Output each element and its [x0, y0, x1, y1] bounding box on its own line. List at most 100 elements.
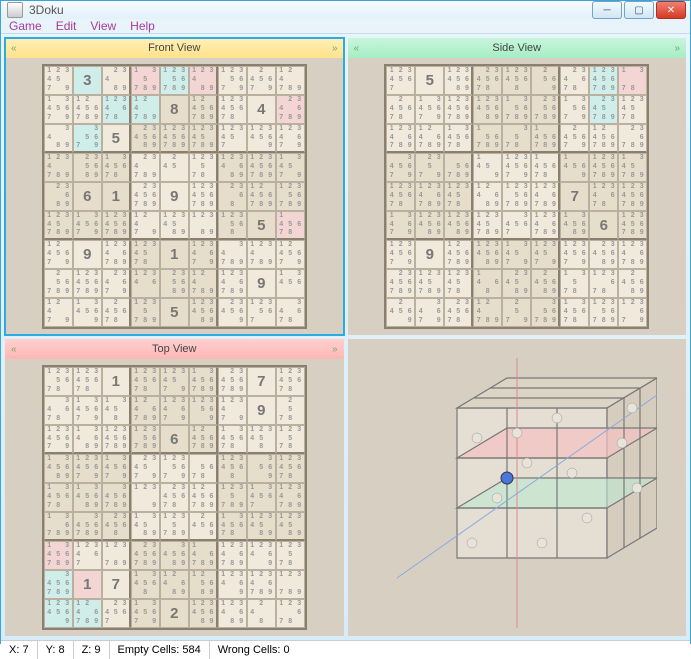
sudoku-cell[interactable]: 1234689 [218, 153, 247, 182]
sudoku-cell[interactable]: 12479 [131, 211, 160, 240]
sudoku-cell[interactable]: 235689 [160, 269, 189, 298]
sudoku-cell[interactable]: 234567 [102, 599, 131, 628]
sudoku-cell[interactable]: 14569 [560, 153, 589, 182]
sudoku-cell[interactable]: 156789 [473, 124, 502, 153]
sudoku-cell[interactable]: 1468 [473, 269, 502, 298]
sudoku-cell[interactable]: 134568 [131, 570, 160, 599]
sudoku-cell[interactable]: 145678 [531, 153, 560, 182]
sudoku-cell[interactable]: 12345678 [218, 95, 247, 124]
sudoku-cell[interactable]: 5678 [189, 454, 218, 483]
sudoku-cell[interactable]: 12345689 [189, 298, 218, 327]
sudoku-cell[interactable]: 123456789 [160, 124, 189, 153]
sudoku-cell[interactable]: 12346789 [386, 124, 415, 153]
sudoku-cell[interactable]: 123456789 [73, 269, 102, 298]
sudoku-cell[interactable]: 9 [415, 240, 444, 269]
sudoku-cell[interactable]: 5 [415, 66, 444, 95]
sudoku-cell[interactable]: 8 [160, 95, 189, 124]
sudoku-cell[interactable]: 34678 [44, 396, 73, 425]
sudoku-cell[interactable]: 2345678 [160, 483, 189, 512]
front-grid[interactable]: 1234579323489135789123567891234891235679… [42, 64, 307, 329]
side-grid[interactable]: 1234567512345689234567812345682569234678… [384, 64, 649, 329]
sudoku-cell[interactable]: 123456789 [102, 211, 131, 240]
sudoku-cell[interactable]: 234569 [218, 298, 247, 327]
sudoku-cell[interactable]: 12345789 [44, 211, 73, 240]
sudoku-cell[interactable]: 1345679 [73, 396, 102, 425]
sudoku-cell[interactable]: 13456789 [44, 541, 73, 570]
sudoku-cell[interactable]: 1234578 [618, 95, 647, 124]
sudoku-cell[interactable]: 236789 [618, 124, 647, 153]
sudoku-cell[interactable]: 1234579 [44, 66, 73, 95]
sudoku-cell[interactable]: 1235679 [160, 454, 189, 483]
sudoku-cell[interactable]: 1234567 [386, 66, 415, 95]
sudoku-cell[interactable]: 12345679 [44, 425, 73, 454]
sudoku-cell[interactable]: 245679 [247, 66, 276, 95]
sudoku-cell[interactable]: 245 [160, 153, 189, 182]
sudoku-cell[interactable]: 12345678 [73, 367, 102, 396]
sudoku-cell[interactable]: 12456789 [444, 240, 473, 269]
sudoku-cell[interactable]: 2578 [276, 396, 305, 425]
sudoku-cell[interactable]: 2 [160, 599, 189, 628]
sudoku-cell[interactable]: 123678 [276, 599, 305, 628]
sudoku-cell[interactable]: 5 [102, 124, 131, 153]
sudoku-cell[interactable]: 245679 [560, 124, 589, 153]
sudoku-cell[interactable]: 1235789 [160, 512, 189, 541]
sudoku-cell[interactable]: 12356789 [276, 182, 305, 211]
sudoku-cell[interactable]: 12345678 [131, 367, 160, 396]
sudoku-cell[interactable]: 2345678 [444, 298, 473, 327]
sudoku-cell[interactable]: 34679 [415, 298, 444, 327]
sudoku-cell[interactable]: 123458 [247, 425, 276, 454]
sudoku-cell[interactable]: 12346789 [218, 269, 247, 298]
menu-view[interactable]: View [90, 19, 116, 33]
sudoku-cell[interactable]: 123789 [276, 570, 305, 599]
sudoku-cell[interactable]: 23689 [44, 182, 73, 211]
sudoku-cell[interactable]: 23579 [415, 153, 444, 182]
sudoku-cell[interactable]: 2346789 [276, 95, 305, 124]
sudoku-cell[interactable]: 234589 [502, 269, 531, 298]
sudoku-cell[interactable]: 123489 [189, 66, 218, 95]
sudoku-cell[interactable]: 12346789 [618, 240, 647, 269]
sudoku-cell[interactable]: 34789 [218, 240, 247, 269]
sudoku-cell[interactable]: 1345789 [618, 153, 647, 182]
sudoku-cell[interactable]: 234789 [131, 153, 160, 182]
close-button[interactable]: ✕ [656, 1, 686, 19]
sudoku-cell[interactable]: 12346789 [531, 182, 560, 211]
sudoku-cell[interactable]: 12356789 [589, 298, 618, 327]
sudoku-cell[interactable]: 12345789 [415, 269, 444, 298]
sudoku-cell[interactable]: 12345678 [276, 454, 305, 483]
sudoku-cell[interactable]: 134579 [276, 153, 305, 182]
sudoku-cell[interactable]: 12345689 [189, 599, 218, 628]
sudoku-cell[interactable]: 123456789 [589, 153, 618, 182]
sudoku-cell[interactable]: 12456789 [189, 95, 218, 124]
sudoku-cell[interactable]: 1234569 [247, 124, 276, 153]
sudoku-cell[interactable]: 1 [102, 182, 131, 211]
sudoku-cell[interactable]: 7 [102, 570, 131, 599]
sudoku-cell[interactable]: 1345678 [218, 425, 247, 454]
side-next-icon[interactable]: » [674, 43, 680, 54]
sudoku-cell[interactable]: 123469 [218, 570, 247, 599]
sudoku-cell[interactable]: 245689 [531, 269, 560, 298]
minimize-button[interactable]: ─ [592, 1, 622, 19]
sudoku-cell[interactable]: 12346789 [218, 541, 247, 570]
sudoku-cell[interactable]: 9 [247, 269, 276, 298]
sudoku-cell[interactable]: 1246789 [415, 124, 444, 153]
menu-game[interactable]: Game [9, 19, 42, 33]
sudoku-cell[interactable]: 1345679 [415, 95, 444, 124]
sudoku-cell[interactable]: 12345689 [444, 66, 473, 95]
sudoku-cell[interactable]: 235689 [73, 153, 102, 182]
sudoku-cell[interactable]: 123456789 [102, 425, 131, 454]
sudoku-cell[interactable]: 1239 [131, 483, 160, 512]
sudoku-cell[interactable]: 13578 [560, 269, 589, 298]
sudoku-cell[interactable]: 24569 [386, 298, 415, 327]
sudoku-cell[interactable]: 3456789 [73, 512, 102, 541]
sudoku-cell[interactable]: 12345689 [415, 211, 444, 240]
sudoku-cell[interactable]: 123479 [218, 396, 247, 425]
sudoku-cell[interactable]: 1234789 [247, 240, 276, 269]
sudoku-cell[interactable]: 123567 [247, 298, 276, 327]
sudoku-cell[interactable]: 5 [160, 298, 189, 327]
sudoku-cell[interactable]: 1234578 [444, 182, 473, 211]
sudoku-cell[interactable]: 135789 [131, 66, 160, 95]
sudoku-cell[interactable]: 136789 [44, 512, 73, 541]
sudoku-cell[interactable]: 123457 [218, 124, 247, 153]
sudoku-cell[interactable]: 5 [247, 211, 276, 240]
sudoku-cell[interactable]: 123456789 [589, 66, 618, 95]
